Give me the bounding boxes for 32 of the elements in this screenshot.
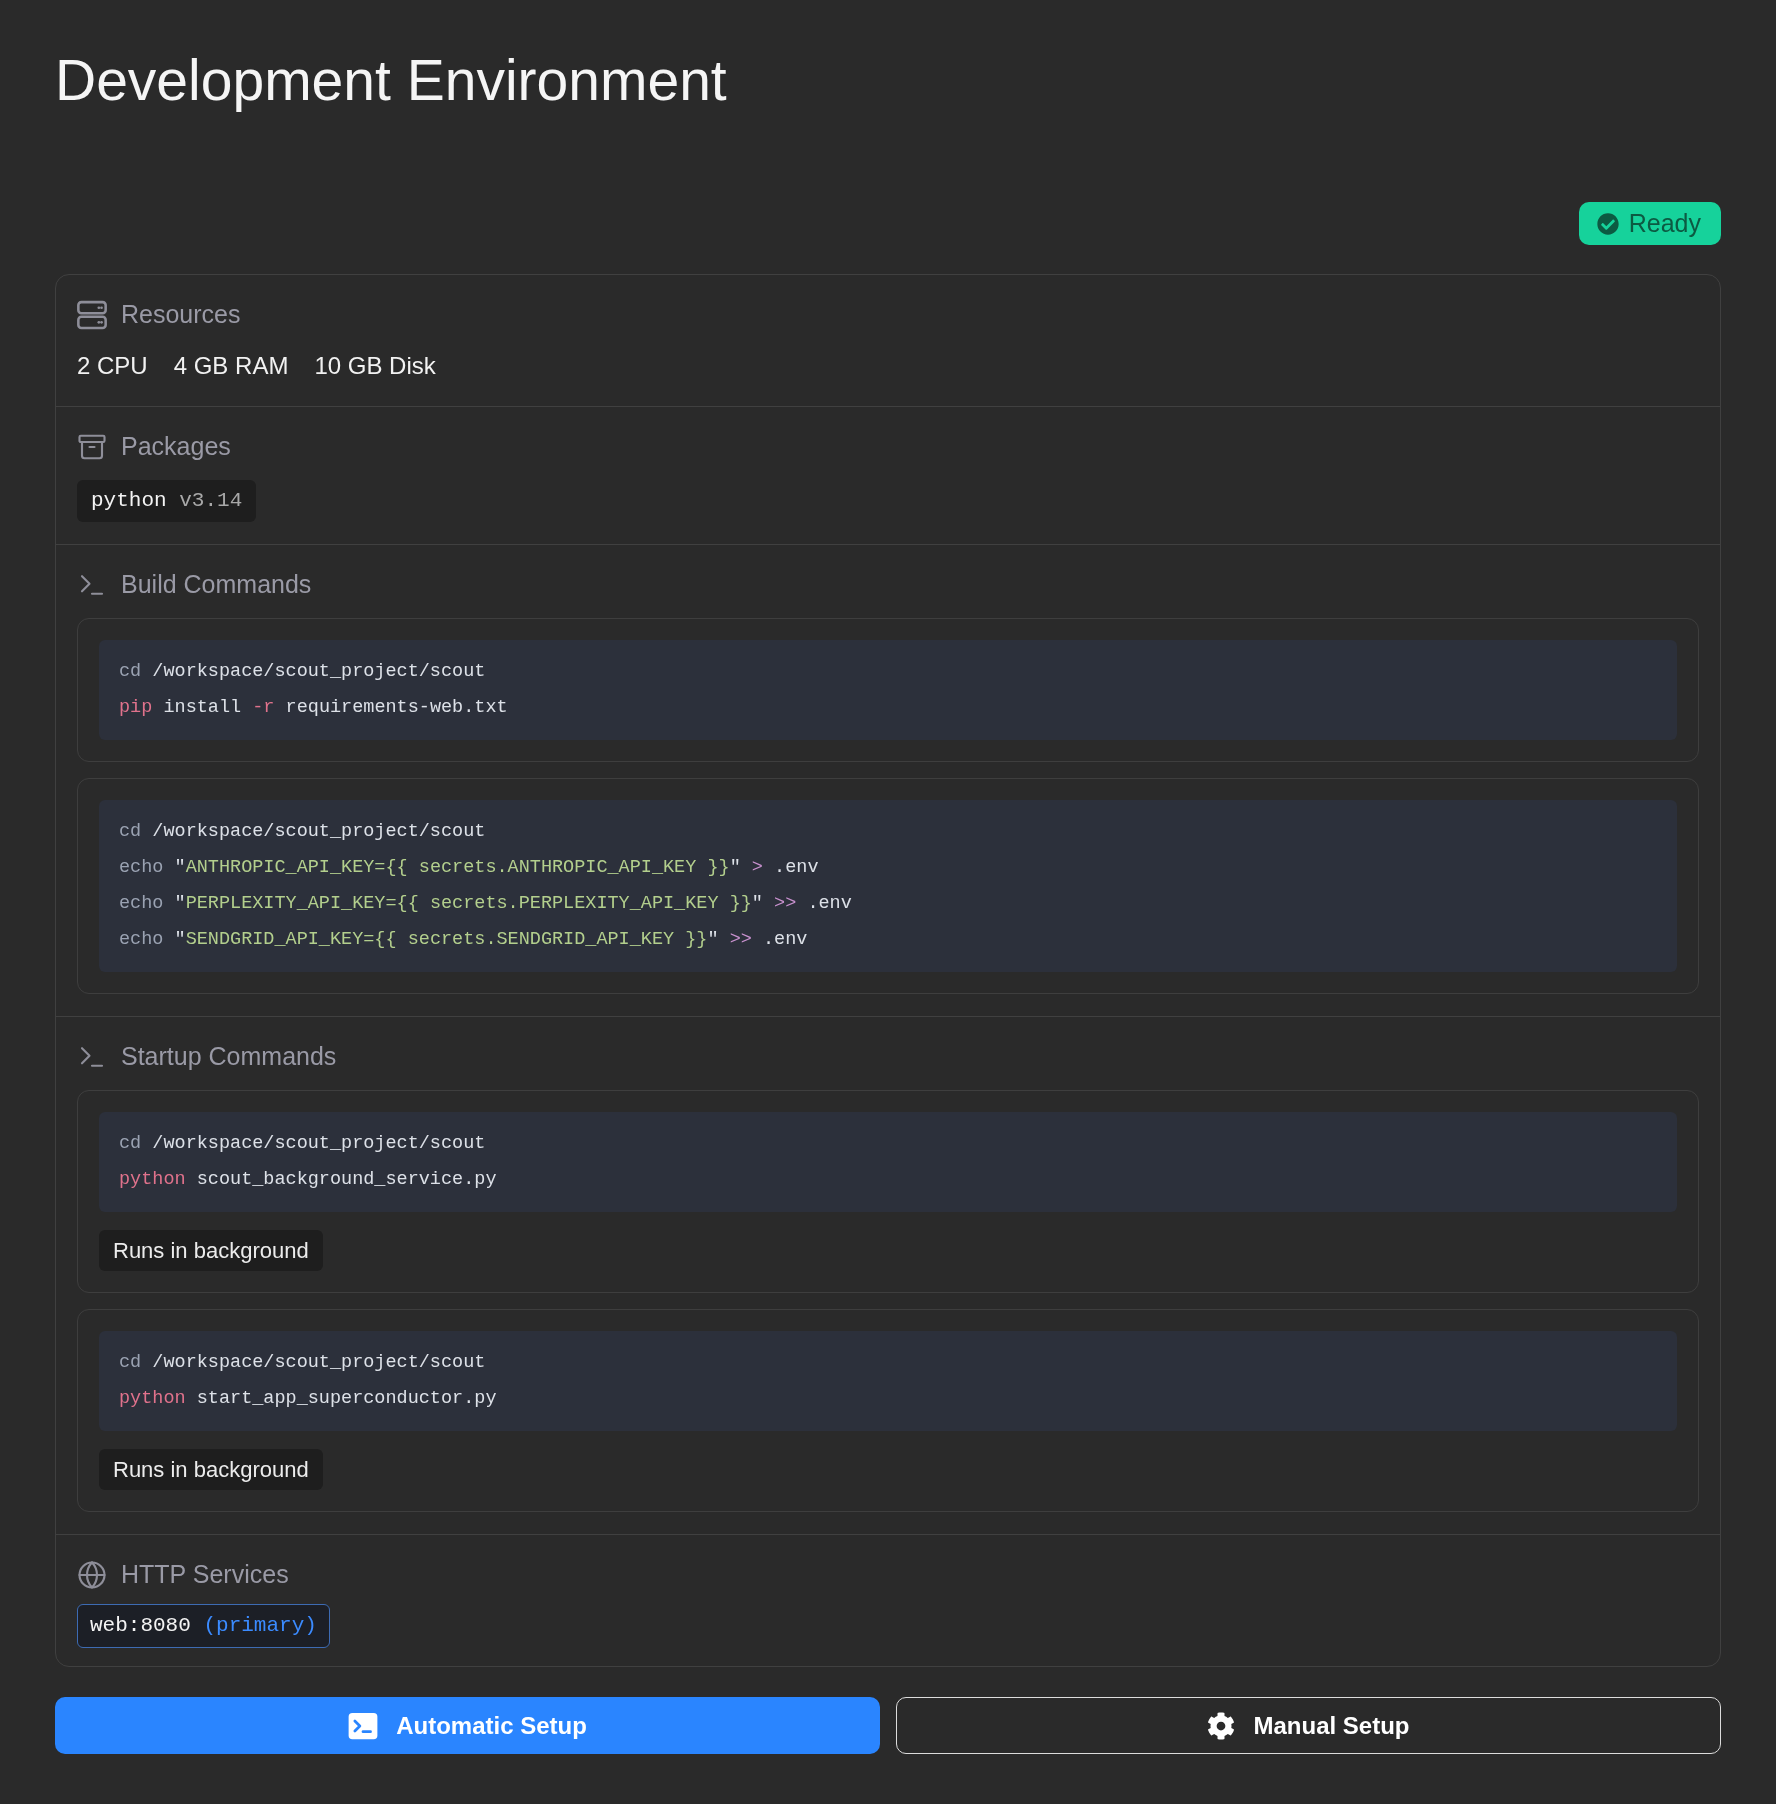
check-icon (1596, 212, 1619, 235)
code-line: cd /workspace/scout_project/scout (119, 1132, 486, 1156)
manual-setup-button[interactable]: Manual Setup (896, 1697, 1721, 1754)
server-icon (77, 300, 107, 330)
page-title: Development Environment (55, 48, 727, 112)
resource-spec: 2 CPU (77, 351, 148, 381)
archive-box-icon (77, 432, 107, 462)
resource-spec: 4 GB RAM (173, 351, 289, 381)
background-tag: Runs in background (99, 1230, 323, 1271)
background-tag: Runs in background (99, 1449, 323, 1490)
section-title: Startup Commands (121, 1041, 337, 1073)
resource-spec: 10 GB Disk (314, 351, 436, 381)
code-line: python start_app_superconductor.py (119, 1387, 497, 1411)
section-title: Build Commands (121, 569, 312, 601)
section-title: Packages (121, 431, 231, 463)
status-label: Ready (1628, 207, 1701, 239)
package-tag: python v3.14 (77, 480, 257, 522)
section-title: HTTP Services (121, 1559, 289, 1591)
code-line: echo "PERPLEXITY_API_KEY={{ secrets.PERPLEXITY_API_KEY }}" >> .env (119, 892, 852, 916)
code-line: cd /workspace/scout_project/scout (119, 820, 486, 844)
terminal-icon (348, 1710, 379, 1741)
code-line: cd /workspace/scout_project/scout (119, 1351, 486, 1375)
automatic-setup-button[interactable]: Automatic Setup (55, 1697, 880, 1754)
code-line: echo "ANTHROPIC_API_KEY={{ secrets.ANTHROPIC_API_KEY }}" > .env (119, 856, 819, 880)
code-line: echo "SENDGRID_API_KEY={{ secrets.SENDGRID_API_KEY }}" >> .env (119, 928, 808, 952)
globe-icon (77, 1560, 107, 1590)
service-tag: web:8080 (primary) (77, 1604, 330, 1648)
code-line: cd /workspace/scout_project/scout (119, 660, 486, 684)
code-line: python scout_background_service.py (119, 1168, 497, 1192)
code-line: pip install -r requirements-web.txt (119, 696, 508, 720)
section-title: Resources (121, 299, 241, 331)
gear-icon (1207, 1711, 1236, 1740)
